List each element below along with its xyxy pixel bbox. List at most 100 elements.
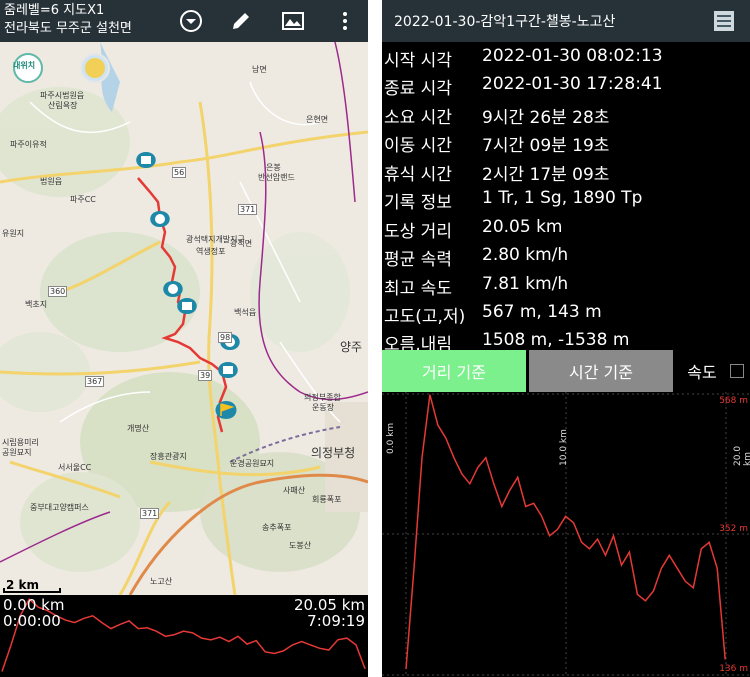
stat-value: 20.05 km xyxy=(482,217,563,237)
stat-value: 1 Tr, 1 Sg, 1890 Tp xyxy=(482,188,643,208)
scale-label: 2 km xyxy=(6,578,40,592)
map-label: 공원묘지 xyxy=(2,448,32,457)
map-label: 백초지 xyxy=(25,300,48,309)
stat-row: 최고 속도 7.81 km/h xyxy=(382,270,750,299)
menu-icon[interactable] xyxy=(713,10,735,32)
map-label: 산림욕장 xyxy=(48,101,78,110)
stat-row: 이동 시간 7시간 09분 19초 xyxy=(382,127,750,156)
map-label: 서서울CC xyxy=(58,463,92,472)
stat-value: 2022-01-30 17:28:41 xyxy=(482,74,663,94)
stat-value: 2022-01-30 08:02:13 xyxy=(482,46,663,66)
road-number: 39 xyxy=(198,370,213,381)
panel-divider xyxy=(368,0,382,677)
stat-value: 7.81 km/h xyxy=(482,274,569,294)
stat-key: 이동 시간 xyxy=(384,136,452,156)
map-label: 광석택지개발지구 xyxy=(186,235,245,244)
map-label: 남면 xyxy=(252,65,267,74)
map-label: 장흥관광지 xyxy=(150,452,187,461)
x-label-mid: 10.0 km xyxy=(559,429,569,466)
road-number: 367 xyxy=(85,376,105,387)
road-number: 56 xyxy=(172,167,187,178)
map-label: 파주CC xyxy=(70,195,96,204)
map-icon[interactable] xyxy=(278,6,308,36)
map-label: 법원읍 xyxy=(40,177,63,186)
stat-key: 도상 거리 xyxy=(384,222,452,242)
map-label: 회룡폭포 xyxy=(312,495,342,504)
stat-key: 최고 속도 xyxy=(384,279,452,299)
track-info-panel: 2022-01-30-감악1구간-챌봉-노고산 시작 시각 2022-01-30 … xyxy=(382,0,750,677)
camera-marker[interactable] xyxy=(136,152,156,178)
speed-checkbox[interactable] xyxy=(730,364,744,378)
y-label-mid: 352 m xyxy=(719,524,748,534)
map-label: 개명산 xyxy=(127,424,150,433)
map-label: 도봉산 xyxy=(289,541,312,550)
speed-label: 속도 xyxy=(687,363,717,382)
more-icon[interactable] xyxy=(330,6,360,36)
elevation-graph[interactable]: 0.0 km 10.0 km 20.0 km 568 m 352 m 136 m xyxy=(382,392,750,677)
stat-value: 2시간 17분 09초 xyxy=(482,165,610,185)
stat-row: 도상 거리 20.05 km xyxy=(382,213,750,242)
map-label: 은현면 xyxy=(306,115,329,124)
map-label: 백석읍 xyxy=(234,308,257,317)
camera-marker[interactable] xyxy=(218,362,238,388)
stat-row: 시작 시각 2022-01-30 08:02:13 xyxy=(382,42,750,71)
stat-key: 평균 속력 xyxy=(384,250,452,270)
my-location-label: 내위치 xyxy=(13,61,36,70)
start-distance: 0.00 km xyxy=(3,596,65,614)
stat-key: 소요 시간 xyxy=(384,108,452,128)
time-basis-button[interactable]: 시간 기준 xyxy=(529,350,673,392)
stat-key: 종료 시각 xyxy=(384,79,452,99)
y-label-bottom: 136 m xyxy=(719,664,748,674)
stat-row: 종료 시각 2022-01-30 17:28:41 xyxy=(382,70,750,99)
road-number: 371 xyxy=(238,204,258,215)
sun-icon[interactable] xyxy=(80,53,110,83)
distance-basis-button[interactable]: 거리 기준 xyxy=(382,350,526,392)
stat-row: 휴식 시간 2시간 17분 09초 xyxy=(382,156,750,185)
map-label: 의정부청 xyxy=(311,446,356,460)
y-label-top: 568 m xyxy=(719,396,748,406)
map-label: 역생정포 xyxy=(196,247,226,256)
mini-elevation-graph[interactable]: 0.00 km 0:00:00 20.05 km 7:09:19 xyxy=(0,595,368,677)
x-label-end: 20.0 km xyxy=(733,445,750,466)
map-label: 유원지 xyxy=(2,229,25,238)
stat-row: 평균 속력 2.80 km/h xyxy=(382,241,750,270)
stat-row: 고도(고,저) 567 m, 143 m xyxy=(382,298,750,327)
stat-value: 567 m, 143 m xyxy=(482,302,602,322)
clock-marker[interactable] xyxy=(150,211,170,237)
map-label: 운동장 xyxy=(312,403,335,412)
start-time: 0:00:00 xyxy=(3,612,61,630)
map-label: 운경공원묘지 xyxy=(230,459,275,468)
map-view[interactable]: 내위치 파주시법원읍 산림욕장 파주이유적 법원읍 파주CC 유원지 백초지 서… xyxy=(0,42,368,595)
map-label: 송추폭포 xyxy=(262,523,292,532)
map-label: 양주 xyxy=(340,340,363,354)
map-label: 중부대고양캠퍼스 xyxy=(30,503,89,512)
stat-key: 휴식 시간 xyxy=(384,165,452,185)
zoom-status: 줌레벨=6 지도X1 xyxy=(4,3,105,18)
stat-value: 2.80 km/h xyxy=(482,245,569,265)
stat-row: 기록 정보 1 Tr, 1 Sg, 1890 Tp xyxy=(382,184,750,213)
stat-row: 소요 시간 9시간 26분 28초 xyxy=(382,99,750,128)
end-distance: 20.05 km xyxy=(293,596,365,614)
stat-value: 1508 m, -1538 m xyxy=(482,330,630,350)
track-header: 2022-01-30-감악1구간-챌봉-노고산 xyxy=(382,0,750,42)
map-label: 반선암랜드 xyxy=(258,173,295,182)
map-label: 파주이유적 xyxy=(10,140,47,149)
map-panel: 줌레벨=6 지도X1 전라북도 무주군 설천면 내위치 파주시법원읍 산림욕장 … xyxy=(0,0,368,677)
map-toolbar: 줌레벨=6 지도X1 전라북도 무주군 설천면 xyxy=(0,0,368,42)
stat-key: 시작 시각 xyxy=(384,51,452,71)
location-status: 전라북도 무주군 설천면 xyxy=(4,21,132,36)
stat-key: 기록 정보 xyxy=(384,193,452,213)
road-number: 371 xyxy=(140,508,160,519)
stat-value: 9시간 26분 28초 xyxy=(482,108,610,128)
x-label-start: 0.0 km xyxy=(386,422,396,454)
end-time: 7:09:19 xyxy=(307,612,365,630)
road-number: 98 xyxy=(218,332,233,343)
stat-key: 고도(고,저) xyxy=(384,307,466,327)
dropdown-icon[interactable] xyxy=(176,6,206,36)
track-title: 2022-01-30-감악1구간-챌봉-노고산 xyxy=(394,14,616,30)
map-label: 사패산 xyxy=(283,486,306,495)
stat-value: 7시간 09분 19초 xyxy=(482,136,610,156)
pencil-icon[interactable] xyxy=(226,6,256,36)
road-number: 360 xyxy=(48,286,68,297)
map-label: 노고산 xyxy=(150,577,173,586)
